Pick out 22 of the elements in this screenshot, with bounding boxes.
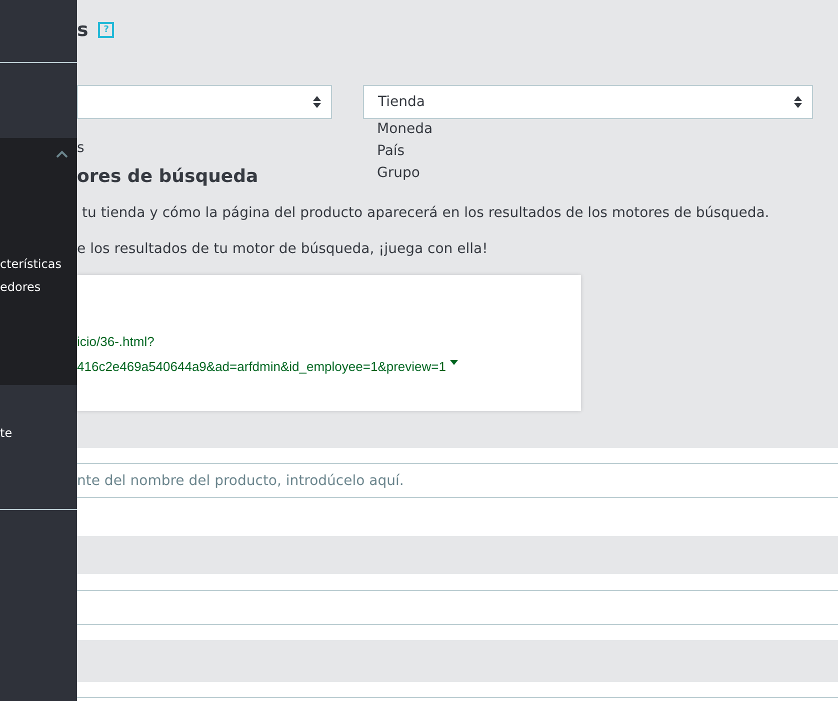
- input-field[interactable]: nte del nombre del producto, introdúcelo aquí.: [77, 463, 838, 498]
- caret-icon: [450, 360, 458, 365]
- sort-arrows-icon: [313, 96, 321, 108]
- sidebar-item[interactable]: edores: [0, 279, 77, 295]
- dropdown-option[interactable]: Grupo: [377, 162, 433, 184]
- description-text: tu tienda y cómo la página del producto aparecerá en los resultados de los motores de búsqueda.: [82, 205, 770, 221]
- select-field[interactable]: [77, 85, 332, 119]
- dropdown-option[interactable]: País: [377, 140, 433, 162]
- field-label: s: [77, 140, 84, 156]
- chevron-up-icon[interactable]: [56, 150, 68, 158]
- input-field[interactable]: [77, 590, 838, 624]
- sort-arrows-icon: [794, 96, 802, 108]
- select-value: Tienda: [378, 94, 425, 110]
- page-title: s: [77, 19, 88, 41]
- sidebar-item[interactable]: cterísticas: [0, 256, 77, 272]
- select-field[interactable]: Tienda: [363, 85, 813, 119]
- section-heading: ores de búsqueda: [77, 166, 258, 187]
- dropdown-option[interactable]: Moneda: [377, 118, 433, 140]
- sidebar-item[interactable]: te: [0, 425, 77, 441]
- description-text: e los resultados de tu motor de búsqueda, ¡juega con ella!: [77, 241, 488, 257]
- preview-url: 416c2e469a540644a9&ad=arfdmin&id_employee=1&preview=1: [77, 358, 446, 375]
- preview-url: icio/36-.html?: [77, 333, 154, 350]
